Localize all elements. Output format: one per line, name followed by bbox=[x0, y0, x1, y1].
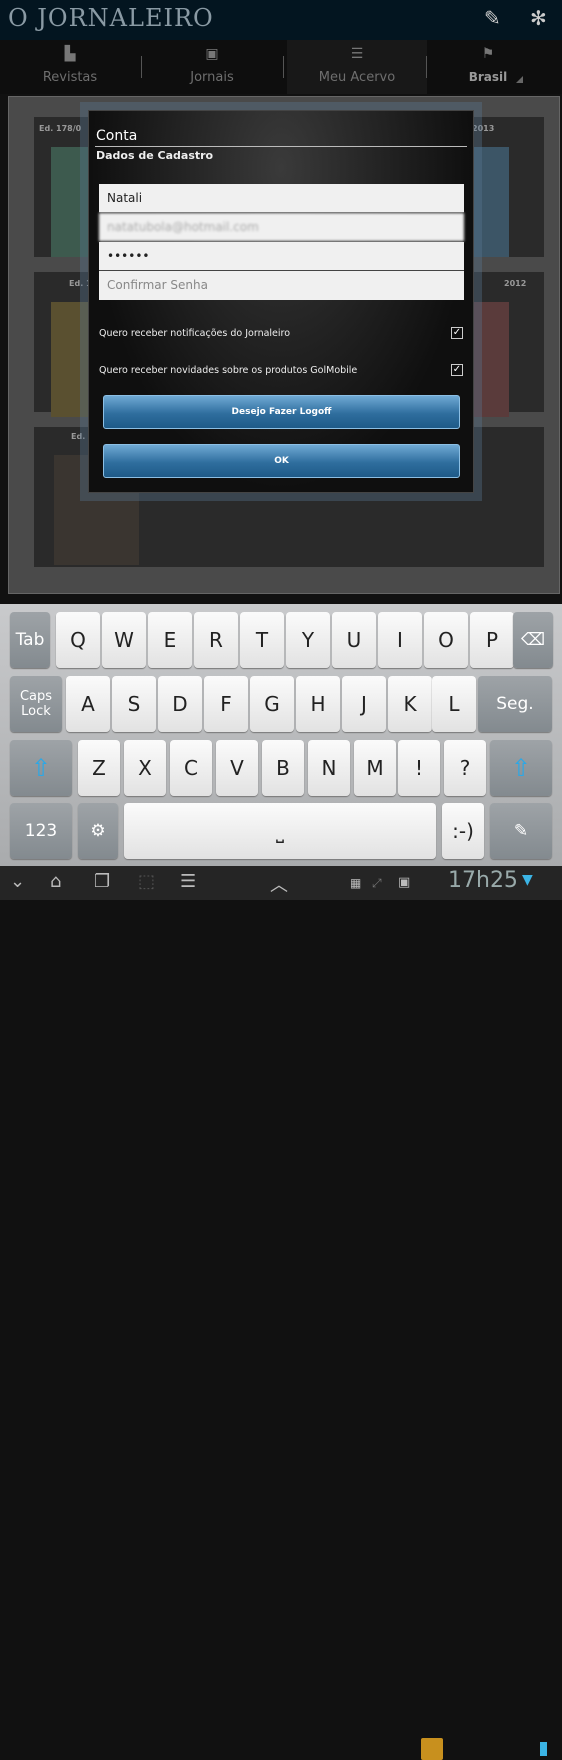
gear-icon[interactable]: ✻ bbox=[530, 6, 547, 30]
key-[interactable]: ! bbox=[398, 740, 440, 796]
clock: 17h25 bbox=[448, 868, 518, 893]
magazine-cover[interactable] bbox=[469, 302, 509, 417]
keyboard-icon: ▦ bbox=[350, 876, 362, 890]
wifi-icon: ▼ bbox=[522, 872, 533, 888]
app-notification-icon bbox=[421, 1738, 443, 1760]
key-j[interactable]: J bbox=[342, 676, 386, 732]
account-dialog: Conta Dados de Cadastro Natali natatubol… bbox=[88, 110, 474, 493]
key-d[interactable]: D bbox=[158, 676, 202, 732]
document-icon: ▙ bbox=[64, 46, 76, 62]
key-o[interactable]: O bbox=[424, 612, 468, 668]
news-label: Quero receber novidades sobre os produto… bbox=[99, 365, 358, 376]
key-v[interactable]: V bbox=[216, 740, 258, 796]
news-checkbox[interactable]: ✓ bbox=[451, 364, 463, 376]
key-k[interactable]: K bbox=[388, 676, 432, 732]
notifications-label: Quero receber notificações do Jornaleiro bbox=[99, 328, 291, 339]
battery-icon bbox=[540, 1742, 547, 1756]
key-s[interactable]: S bbox=[112, 676, 156, 732]
key-i[interactable]: I bbox=[378, 612, 422, 668]
key-h[interactable]: H bbox=[296, 676, 340, 732]
dialog-subtitle: Dados de Cadastro bbox=[96, 149, 214, 162]
shift-key[interactable]: ⇧ bbox=[490, 740, 552, 796]
newspaper-icon: ▣ bbox=[205, 46, 219, 62]
fullscreen-icon: ⤢ bbox=[372, 876, 382, 890]
shift-key[interactable]: ⇧ bbox=[10, 740, 72, 796]
key-[interactable]: ⚙ bbox=[78, 803, 118, 859]
key-a[interactable]: A bbox=[66, 676, 110, 732]
key-c[interactable]: C bbox=[170, 740, 212, 796]
password-input[interactable]: •••••• bbox=[99, 242, 464, 271]
magazine-cover[interactable] bbox=[469, 147, 509, 257]
confirm-password-input[interactable]: Confirmar Senha bbox=[99, 271, 464, 300]
app-header: O JORNALEIRO ✎ ✻ bbox=[0, 0, 562, 40]
key-m[interactable]: M bbox=[354, 740, 396, 796]
name-input[interactable]: Natali bbox=[99, 184, 464, 213]
tab-jornais[interactable]: ▣ Jornais bbox=[142, 40, 282, 94]
key-seg[interactable]: Seg. bbox=[478, 676, 552, 732]
back-icon[interactable]: ⌄ bbox=[10, 871, 25, 892]
list-icon: ☰ bbox=[350, 46, 364, 62]
system-navigation-bar: ⌄ ⌂ ❐ ⬚ ☰ ︿ ▦ ⤢ ▣ 17h25 ▼ bbox=[0, 866, 562, 1760]
menu-icon[interactable]: ☰ bbox=[180, 871, 196, 892]
expand-icon[interactable]: ︿ bbox=[270, 871, 288, 897]
key-e[interactable]: E bbox=[148, 612, 192, 668]
backspace-key[interactable]: ⌫ bbox=[513, 612, 553, 668]
screenshot-icon[interactable]: ⬚ bbox=[138, 871, 155, 892]
ok-button[interactable]: OK bbox=[103, 444, 460, 478]
key-r[interactable]: R bbox=[194, 612, 238, 668]
tab-meu-acervo[interactable]: ☰ Meu Acervo bbox=[287, 40, 427, 94]
key-t[interactable]: T bbox=[240, 612, 284, 668]
key-[interactable]: ? bbox=[444, 740, 486, 796]
key-l[interactable]: L bbox=[432, 676, 476, 732]
key-w[interactable]: W bbox=[102, 612, 146, 668]
dialog-title: Conta bbox=[96, 128, 138, 144]
key-y[interactable]: Y bbox=[286, 612, 330, 668]
flag-icon: ⚑ bbox=[481, 46, 495, 62]
key-b[interactable]: B bbox=[262, 740, 304, 796]
tab-bar: ▙ Revistas ▣ Jornais ☰ Meu Acervo ⚑ Brasil bbox=[0, 40, 562, 94]
divider bbox=[95, 146, 467, 147]
key-g[interactable]: G bbox=[250, 676, 294, 732]
key-p[interactable]: P bbox=[470, 612, 514, 668]
key-z[interactable]: Z bbox=[78, 740, 120, 796]
space-key[interactable]: ⎵ bbox=[124, 803, 436, 859]
app-logo: O JORNALEIRO bbox=[8, 4, 214, 32]
key-123[interactable]: 123 bbox=[10, 803, 72, 859]
pencil-icon[interactable]: ✎ bbox=[484, 6, 501, 30]
logoff-button[interactable]: Desejo Fazer Logoff bbox=[103, 395, 460, 429]
caps-lock-key[interactable]: Caps Lock bbox=[10, 676, 62, 732]
dropdown-arrow-icon bbox=[516, 76, 523, 83]
key-[interactable]: ✎ bbox=[490, 803, 552, 859]
tab-revistas[interactable]: ▙ Revistas bbox=[0, 40, 140, 94]
key-u[interactable]: U bbox=[332, 612, 376, 668]
store-icon: ▣ bbox=[398, 875, 411, 890]
key-[interactable]: :-) bbox=[442, 803, 484, 859]
country-selector[interactable]: ⚑ Brasil bbox=[428, 40, 548, 94]
key-q[interactable]: Q bbox=[56, 612, 100, 668]
notifications-checkbox[interactable]: ✓ bbox=[451, 327, 463, 339]
key-x[interactable]: X bbox=[124, 740, 166, 796]
email-input[interactable]: natatubola@hotmail.com bbox=[99, 213, 464, 242]
key-tab[interactable]: Tab bbox=[10, 612, 50, 668]
recent-apps-icon[interactable]: ❐ bbox=[94, 871, 110, 892]
key-f[interactable]: F bbox=[204, 676, 248, 732]
home-icon[interactable]: ⌂ bbox=[50, 871, 61, 892]
key-n[interactable]: N bbox=[308, 740, 350, 796]
